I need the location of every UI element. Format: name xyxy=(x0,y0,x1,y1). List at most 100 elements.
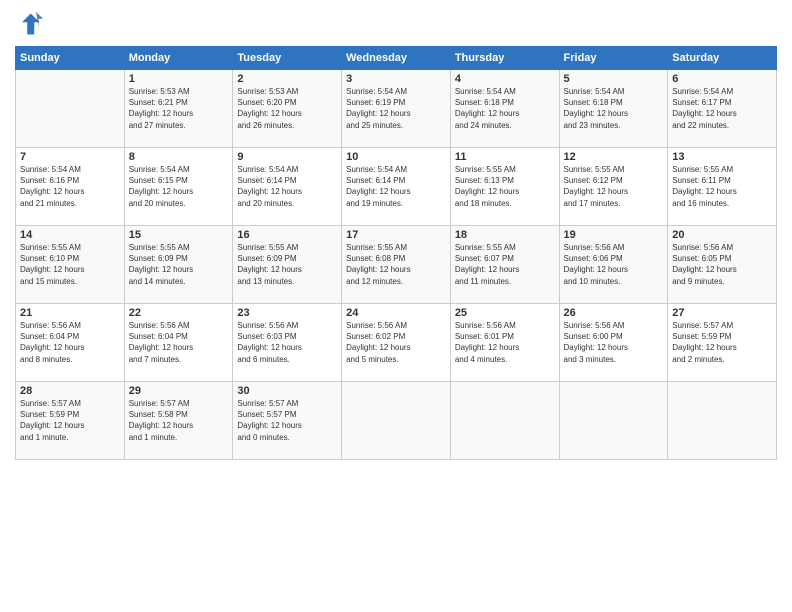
day-info: Sunrise: 5:56 AM Sunset: 6:02 PM Dayligh… xyxy=(346,320,446,365)
calendar-cell: 28Sunrise: 5:57 AM Sunset: 5:59 PM Dayli… xyxy=(16,382,125,460)
week-row-1: 1Sunrise: 5:53 AM Sunset: 6:21 PM Daylig… xyxy=(16,70,777,148)
day-number: 18 xyxy=(455,229,555,241)
logo-icon xyxy=(15,10,43,38)
col-header-wednesday: Wednesday xyxy=(342,47,451,70)
calendar-cell: 2Sunrise: 5:53 AM Sunset: 6:20 PM Daylig… xyxy=(233,70,342,148)
calendar-cell: 19Sunrise: 5:56 AM Sunset: 6:06 PM Dayli… xyxy=(559,226,668,304)
calendar-cell: 25Sunrise: 5:56 AM Sunset: 6:01 PM Dayli… xyxy=(450,304,559,382)
calendar-cell: 14Sunrise: 5:55 AM Sunset: 6:10 PM Dayli… xyxy=(16,226,125,304)
calendar-cell: 29Sunrise: 5:57 AM Sunset: 5:58 PM Dayli… xyxy=(124,382,233,460)
page: SundayMondayTuesdayWednesdayThursdayFrid… xyxy=(0,0,792,612)
day-info: Sunrise: 5:57 AM Sunset: 5:59 PM Dayligh… xyxy=(20,398,120,443)
calendar-cell xyxy=(668,382,777,460)
day-number: 17 xyxy=(346,229,446,241)
day-number: 2 xyxy=(237,73,337,85)
day-number: 15 xyxy=(129,229,229,241)
day-info: Sunrise: 5:56 AM Sunset: 6:06 PM Dayligh… xyxy=(564,242,664,287)
calendar-cell: 1Sunrise: 5:53 AM Sunset: 6:21 PM Daylig… xyxy=(124,70,233,148)
calendar-cell xyxy=(342,382,451,460)
day-info: Sunrise: 5:57 AM Sunset: 5:57 PM Dayligh… xyxy=(237,398,337,443)
day-number: 13 xyxy=(672,151,772,163)
day-info: Sunrise: 5:56 AM Sunset: 6:04 PM Dayligh… xyxy=(20,320,120,365)
calendar-cell: 11Sunrise: 5:55 AM Sunset: 6:13 PM Dayli… xyxy=(450,148,559,226)
day-info: Sunrise: 5:57 AM Sunset: 5:59 PM Dayligh… xyxy=(672,320,772,365)
day-number: 29 xyxy=(129,385,229,397)
week-row-3: 14Sunrise: 5:55 AM Sunset: 6:10 PM Dayli… xyxy=(16,226,777,304)
day-number: 8 xyxy=(129,151,229,163)
calendar-cell: 15Sunrise: 5:55 AM Sunset: 6:09 PM Dayli… xyxy=(124,226,233,304)
day-number: 22 xyxy=(129,307,229,319)
day-info: Sunrise: 5:53 AM Sunset: 6:20 PM Dayligh… xyxy=(237,86,337,131)
day-info: Sunrise: 5:55 AM Sunset: 6:08 PM Dayligh… xyxy=(346,242,446,287)
day-info: Sunrise: 5:54 AM Sunset: 6:18 PM Dayligh… xyxy=(564,86,664,131)
calendar-cell: 13Sunrise: 5:55 AM Sunset: 6:11 PM Dayli… xyxy=(668,148,777,226)
col-header-monday: Monday xyxy=(124,47,233,70)
calendar-cell xyxy=(559,382,668,460)
week-row-4: 21Sunrise: 5:56 AM Sunset: 6:04 PM Dayli… xyxy=(16,304,777,382)
calendar-cell: 18Sunrise: 5:55 AM Sunset: 6:07 PM Dayli… xyxy=(450,226,559,304)
day-info: Sunrise: 5:55 AM Sunset: 6:09 PM Dayligh… xyxy=(129,242,229,287)
calendar-cell: 27Sunrise: 5:57 AM Sunset: 5:59 PM Dayli… xyxy=(668,304,777,382)
day-number: 7 xyxy=(20,151,120,163)
day-number: 30 xyxy=(237,385,337,397)
day-number: 3 xyxy=(346,73,446,85)
calendar-cell: 20Sunrise: 5:56 AM Sunset: 6:05 PM Dayli… xyxy=(668,226,777,304)
day-info: Sunrise: 5:54 AM Sunset: 6:19 PM Dayligh… xyxy=(346,86,446,131)
day-number: 21 xyxy=(20,307,120,319)
calendar-cell: 30Sunrise: 5:57 AM Sunset: 5:57 PM Dayli… xyxy=(233,382,342,460)
day-number: 27 xyxy=(672,307,772,319)
calendar-cell: 22Sunrise: 5:56 AM Sunset: 6:04 PM Dayli… xyxy=(124,304,233,382)
day-info: Sunrise: 5:55 AM Sunset: 6:12 PM Dayligh… xyxy=(564,164,664,209)
day-info: Sunrise: 5:54 AM Sunset: 6:18 PM Dayligh… xyxy=(455,86,555,131)
header-row: SundayMondayTuesdayWednesdayThursdayFrid… xyxy=(16,47,777,70)
col-header-tuesday: Tuesday xyxy=(233,47,342,70)
day-number: 19 xyxy=(564,229,664,241)
day-info: Sunrise: 5:55 AM Sunset: 6:07 PM Dayligh… xyxy=(455,242,555,287)
calendar-cell xyxy=(450,382,559,460)
calendar-cell: 26Sunrise: 5:56 AM Sunset: 6:00 PM Dayli… xyxy=(559,304,668,382)
day-info: Sunrise: 5:54 AM Sunset: 6:17 PM Dayligh… xyxy=(672,86,772,131)
calendar-cell: 6Sunrise: 5:54 AM Sunset: 6:17 PM Daylig… xyxy=(668,70,777,148)
calendar-cell: 17Sunrise: 5:55 AM Sunset: 6:08 PM Dayli… xyxy=(342,226,451,304)
day-info: Sunrise: 5:55 AM Sunset: 6:09 PM Dayligh… xyxy=(237,242,337,287)
calendar-table: SundayMondayTuesdayWednesdayThursdayFrid… xyxy=(15,46,777,460)
day-info: Sunrise: 5:56 AM Sunset: 6:00 PM Dayligh… xyxy=(564,320,664,365)
logo xyxy=(15,10,47,38)
day-number: 5 xyxy=(564,73,664,85)
day-number: 11 xyxy=(455,151,555,163)
calendar-cell: 21Sunrise: 5:56 AM Sunset: 6:04 PM Dayli… xyxy=(16,304,125,382)
day-info: Sunrise: 5:56 AM Sunset: 6:03 PM Dayligh… xyxy=(237,320,337,365)
calendar-cell: 5Sunrise: 5:54 AM Sunset: 6:18 PM Daylig… xyxy=(559,70,668,148)
week-row-5: 28Sunrise: 5:57 AM Sunset: 5:59 PM Dayli… xyxy=(16,382,777,460)
day-info: Sunrise: 5:54 AM Sunset: 6:15 PM Dayligh… xyxy=(129,164,229,209)
calendar-cell: 9Sunrise: 5:54 AM Sunset: 6:14 PM Daylig… xyxy=(233,148,342,226)
day-number: 23 xyxy=(237,307,337,319)
day-number: 24 xyxy=(346,307,446,319)
col-header-sunday: Sunday xyxy=(16,47,125,70)
day-number: 1 xyxy=(129,73,229,85)
calendar-cell: 4Sunrise: 5:54 AM Sunset: 6:18 PM Daylig… xyxy=(450,70,559,148)
calendar-cell: 10Sunrise: 5:54 AM Sunset: 6:14 PM Dayli… xyxy=(342,148,451,226)
day-info: Sunrise: 5:56 AM Sunset: 6:04 PM Dayligh… xyxy=(129,320,229,365)
calendar-cell: 7Sunrise: 5:54 AM Sunset: 6:16 PM Daylig… xyxy=(16,148,125,226)
day-number: 20 xyxy=(672,229,772,241)
day-info: Sunrise: 5:57 AM Sunset: 5:58 PM Dayligh… xyxy=(129,398,229,443)
calendar-cell: 3Sunrise: 5:54 AM Sunset: 6:19 PM Daylig… xyxy=(342,70,451,148)
day-number: 16 xyxy=(237,229,337,241)
calendar-cell: 23Sunrise: 5:56 AM Sunset: 6:03 PM Dayli… xyxy=(233,304,342,382)
col-header-saturday: Saturday xyxy=(668,47,777,70)
day-number: 14 xyxy=(20,229,120,241)
day-number: 12 xyxy=(564,151,664,163)
day-number: 28 xyxy=(20,385,120,397)
calendar-cell: 24Sunrise: 5:56 AM Sunset: 6:02 PM Dayli… xyxy=(342,304,451,382)
calendar-cell: 16Sunrise: 5:55 AM Sunset: 6:09 PM Dayli… xyxy=(233,226,342,304)
day-number: 9 xyxy=(237,151,337,163)
day-info: Sunrise: 5:53 AM Sunset: 6:21 PM Dayligh… xyxy=(129,86,229,131)
day-info: Sunrise: 5:54 AM Sunset: 6:14 PM Dayligh… xyxy=(237,164,337,209)
day-info: Sunrise: 5:54 AM Sunset: 6:14 PM Dayligh… xyxy=(346,164,446,209)
header xyxy=(15,10,777,38)
day-info: Sunrise: 5:54 AM Sunset: 6:16 PM Dayligh… xyxy=(20,164,120,209)
calendar-cell xyxy=(16,70,125,148)
day-number: 6 xyxy=(672,73,772,85)
day-number: 26 xyxy=(564,307,664,319)
